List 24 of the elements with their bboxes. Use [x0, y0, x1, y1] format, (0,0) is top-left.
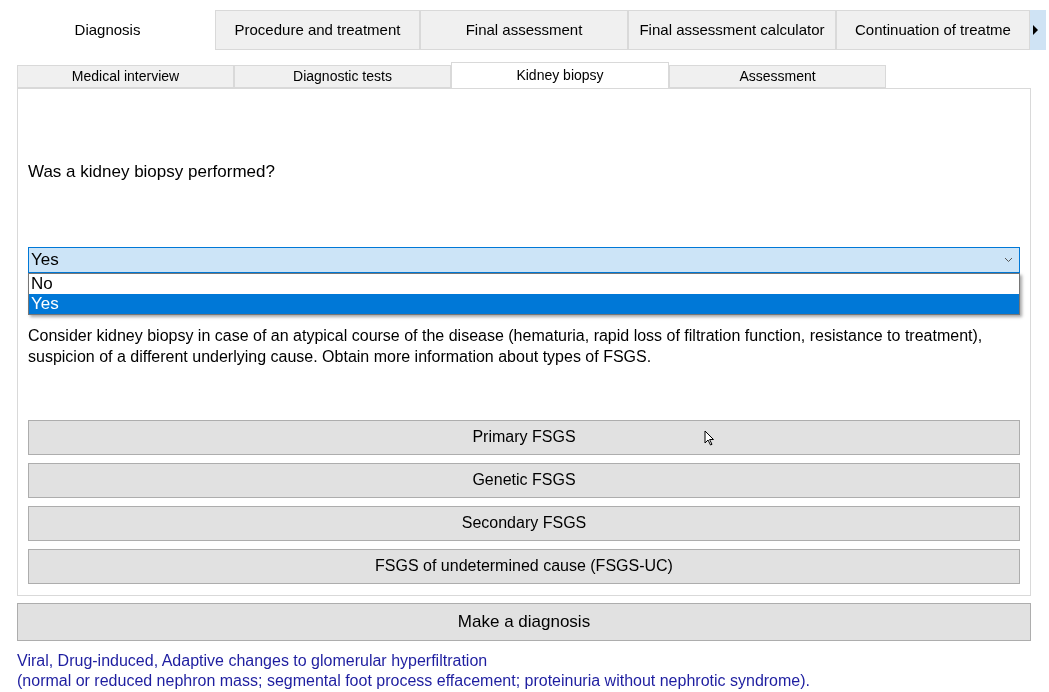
fsgs-type-button[interactable]: Primary FSGS: [28, 419, 1020, 455]
mouse-pointer-icon: [704, 430, 715, 446]
dropdown-option[interactable]: No: [29, 273, 1019, 294]
make-diagnosis-button[interactable]: Make a diagnosis: [17, 603, 1031, 641]
dropdown-option[interactable]: Yes: [29, 293, 1019, 314]
fsgs-type-button[interactable]: Genetic FSGS: [28, 462, 1020, 498]
tab[interactable]: Final assessment: [420, 10, 628, 50]
tab[interactable]: Continuation of treatme: [836, 10, 1030, 50]
chevron-down-icon: [1004, 256, 1013, 263]
tab-scroll-button[interactable]: [1030, 10, 1046, 50]
fsgs-type-button[interactable]: FSGS of undetermined cause (FSGS-UC): [28, 548, 1020, 584]
question-text: Was a kidney biopsy performed?: [28, 161, 276, 183]
tab[interactable]: Final assessment calculator: [628, 10, 836, 50]
fsgs-type-button[interactable]: Secondary FSGS: [28, 505, 1020, 541]
tab[interactable]: Procedure and treatment: [215, 10, 420, 50]
subtab[interactable]: Diagnostic tests: [234, 65, 451, 88]
right-arrow-icon: [1030, 24, 1040, 36]
info-paragraph: Consider kidney biopsy in case of an atypical course of the disease (hematuria, rapid loss of filtration function, resistance to treatment), suspicion of a different underlying cause. Obtain more information about types of FSGS.: [28, 325, 984, 367]
subtab[interactable]: Assessment: [669, 65, 886, 88]
result-text: (normal or reduced nephron mass; segmental foot process effacement; proteinuria without nephrotic syndrome).: [17, 671, 811, 691]
dropdown-field[interactable]: Yes: [28, 246, 1020, 273]
result-text: Viral, Drug-induced, Adaptive changes to glomerular hyperfiltration: [17, 651, 489, 671]
subtab[interactable]: Medical interview: [17, 65, 234, 88]
subtab[interactable]: Kidney biopsy: [451, 62, 669, 88]
